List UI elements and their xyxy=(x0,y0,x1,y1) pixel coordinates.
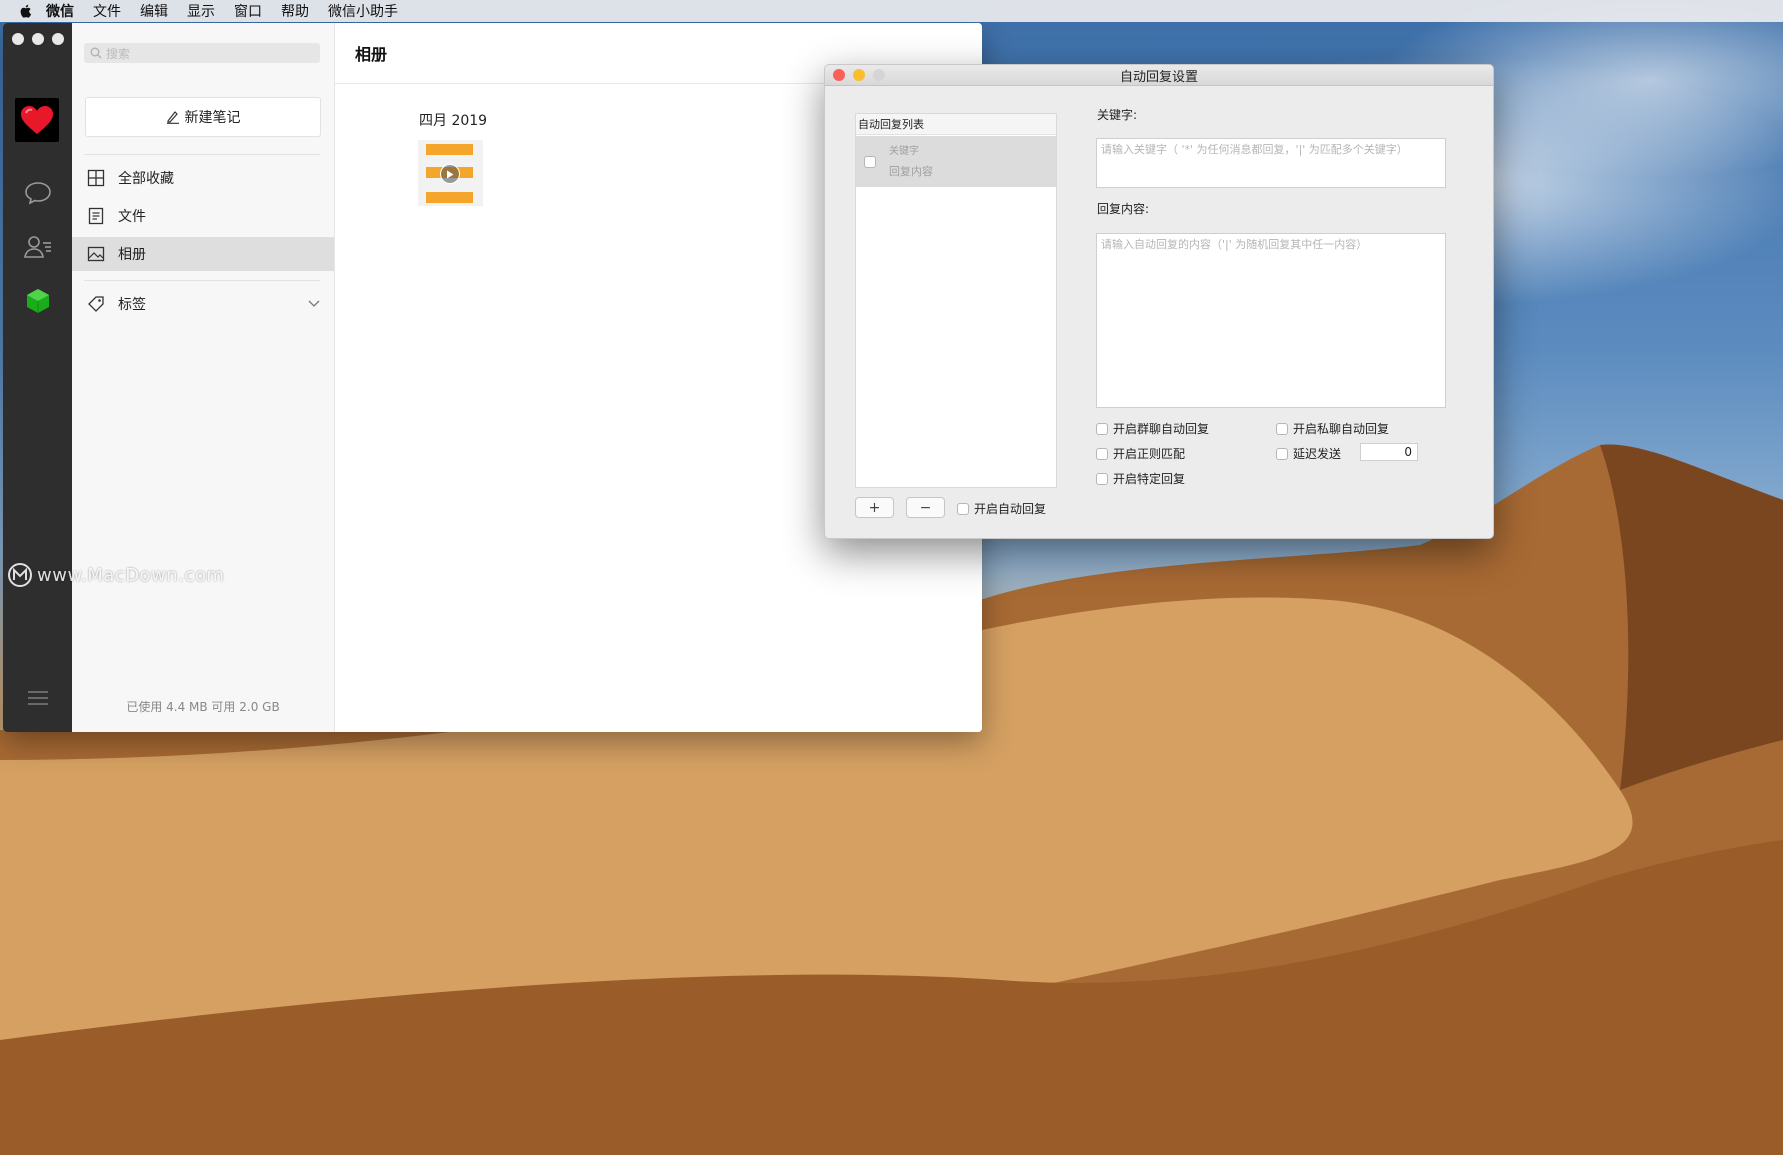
dialog-title: 自动回复设置 xyxy=(1119,69,1198,85)
avatar[interactable] xyxy=(15,98,59,142)
regex-checkbox[interactable] xyxy=(1096,447,1108,460)
specific-reply-label: 开启特定回复 xyxy=(1113,472,1186,486)
sidebar-item-label: 文件 xyxy=(118,209,146,225)
window-controls xyxy=(12,33,64,45)
sidebar-item-all-favorites[interactable]: 全部收藏 xyxy=(72,161,334,195)
reply-content-field[interactable]: 请输入自动回复的内容（'|' 为随机回复其中任一内容） xyxy=(1096,233,1446,408)
chat-icon[interactable] xyxy=(23,178,53,208)
enable-auto-reply-label: 开启自动回复 xyxy=(974,502,1047,516)
macdown-logo-icon xyxy=(8,563,32,587)
zoom-button[interactable] xyxy=(873,69,885,81)
reply-list-header: 自动回复列表 xyxy=(856,114,1056,135)
list-item[interactable]: 关键字 回复内容 xyxy=(856,136,1056,187)
reply-content-placeholder: 请输入自动回复的内容（'|' 为随机回复其中任一内容） xyxy=(1101,238,1368,251)
add-reply-button[interactable]: + xyxy=(855,497,894,518)
specific-reply-option[interactable]: 开启特定回复 xyxy=(1096,470,1185,487)
regex-option[interactable]: 开启正则匹配 xyxy=(1096,445,1185,462)
contacts-icon[interactable] xyxy=(23,232,53,262)
keyword-label: 关键字: xyxy=(1097,108,1138,122)
sidebar-item-files[interactable]: 文件 xyxy=(72,199,334,233)
sidebar-item-album[interactable]: 相册 xyxy=(72,237,334,271)
delay-checkbox[interactable] xyxy=(1276,447,1288,460)
menu-wechat-assistant[interactable]: 微信小助手 xyxy=(328,1,398,21)
favorites-sidebar: 搜索 新建笔记 全部收藏 文件 相册 标签 已使用 4.4 MB 可用 2.0 … xyxy=(72,23,335,732)
reply-list: 自动回复列表 关键字 回复内容 xyxy=(855,113,1057,488)
menu-wechat[interactable]: 微信 xyxy=(46,1,74,21)
chevron-down-icon[interactable] xyxy=(308,300,320,308)
specific-reply-checkbox[interactable] xyxy=(1096,472,1108,485)
apple-icon[interactable] xyxy=(18,3,34,19)
delay-label: 延迟发送 xyxy=(1293,447,1342,461)
play-icon xyxy=(440,164,460,184)
sidebar-rail xyxy=(3,23,72,732)
close-button[interactable] xyxy=(833,69,845,81)
delay-option[interactable]: 延迟发送 xyxy=(1276,445,1341,462)
keyword-placeholder: 请输入关键字（ '*' 为任何消息都回复，'|' 为匹配多个关键字） xyxy=(1101,143,1408,156)
keyword-field[interactable]: 请输入关键字（ '*' 为任何消息都回复，'|' 为匹配多个关键字） xyxy=(1096,138,1446,188)
storage-info: 已使用 4.4 MB 可用 2.0 GB xyxy=(126,700,280,714)
document-icon xyxy=(86,206,106,226)
window-controls xyxy=(833,69,885,81)
new-note-button[interactable]: 新建笔记 xyxy=(85,97,321,137)
menu-view[interactable]: 显示 xyxy=(187,1,215,21)
group-reply-checkbox[interactable] xyxy=(1096,422,1108,435)
divider xyxy=(84,280,320,281)
enable-auto-reply-checkbox[interactable] xyxy=(957,502,969,515)
search-icon xyxy=(90,47,102,59)
menu-edit[interactable]: 编辑 xyxy=(140,1,168,21)
private-reply-checkbox[interactable] xyxy=(1276,422,1288,435)
new-note-label: 新建笔记 xyxy=(184,110,241,126)
page-title: 相册 xyxy=(355,45,388,64)
menu-window[interactable]: 窗口 xyxy=(234,1,262,21)
minimize-button[interactable] xyxy=(32,33,44,45)
remove-reply-button[interactable]: − xyxy=(906,497,945,518)
image-icon xyxy=(86,244,106,264)
reply-content-label: 回复内容: xyxy=(1097,202,1150,216)
divider xyxy=(84,154,320,155)
reply-enable-checkbox[interactable] xyxy=(864,156,876,168)
list-item-keyword: 关键字 xyxy=(889,146,919,157)
list-item-reply: 回复内容 xyxy=(889,165,933,178)
auto-reply-dialog: 自动回复设置 自动回复列表 关键字 回复内容 + − 开启自动回复 关键字: 请… xyxy=(824,64,1494,539)
tag-icon xyxy=(86,294,106,314)
grid-icon xyxy=(86,168,106,188)
minimize-button[interactable] xyxy=(853,69,865,81)
menu-help[interactable]: 帮助 xyxy=(281,1,309,21)
group-reply-option[interactable]: 开启群聊自动回复 xyxy=(1096,420,1209,437)
dialog-titlebar: 自动回复设置 xyxy=(825,65,1493,86)
sidebar-item-label: 标签 xyxy=(118,297,146,313)
pencil-icon xyxy=(166,111,179,124)
sidebar-item-tags[interactable]: 标签 xyxy=(72,287,334,321)
regex-label: 开启正则匹配 xyxy=(1113,447,1186,461)
month-header: 四月 2019 xyxy=(419,113,488,129)
menu-icon[interactable] xyxy=(23,683,53,713)
watermark-text: www.MacDown.com xyxy=(37,564,225,586)
favorites-cube-icon[interactable] xyxy=(23,286,53,316)
zoom-button[interactable] xyxy=(52,33,64,45)
sidebar-item-label: 相册 xyxy=(118,247,146,263)
sidebar-item-label: 全部收藏 xyxy=(118,171,174,187)
heart-icon xyxy=(21,106,53,134)
menu-bar: 微信 文件 编辑 显示 窗口 帮助 微信小助手 xyxy=(0,0,1783,22)
private-reply-option[interactable]: 开启私聊自动回复 xyxy=(1276,420,1389,437)
enable-auto-reply-option[interactable]: 开启自动回复 xyxy=(957,500,1046,517)
private-reply-label: 开启私聊自动回复 xyxy=(1293,422,1390,436)
watermark: www.MacDown.com xyxy=(7,562,224,588)
search-input[interactable]: 搜索 xyxy=(84,43,320,63)
close-button[interactable] xyxy=(12,33,24,45)
search-placeholder: 搜索 xyxy=(106,46,131,61)
delay-seconds-input[interactable]: 0 xyxy=(1360,443,1418,461)
group-reply-label: 开启群聊自动回复 xyxy=(1113,422,1210,436)
video-thumbnail[interactable] xyxy=(418,140,483,206)
menu-file[interactable]: 文件 xyxy=(93,1,121,21)
